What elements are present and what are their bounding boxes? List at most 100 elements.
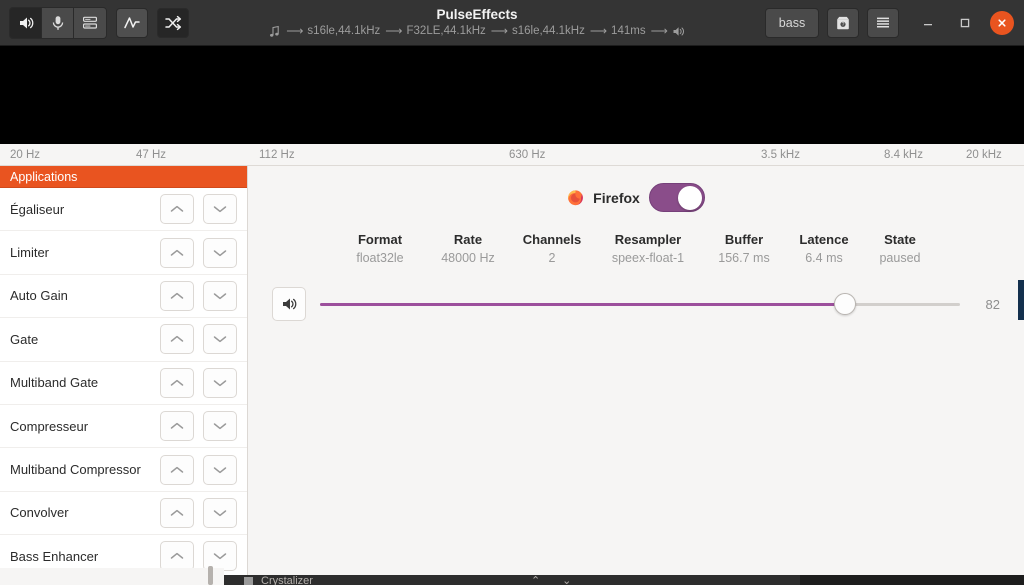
- shuffle-icon: [165, 15, 182, 30]
- info-column-latence: Latence 6.4 ms: [786, 232, 862, 265]
- maximize-icon: [960, 18, 970, 27]
- move-down-button[interactable]: [203, 367, 237, 398]
- sidebar-item-egaliseur[interactable]: Égaliseur: [0, 188, 247, 232]
- move-down-button[interactable]: [203, 324, 237, 355]
- right-screen-edge: [1018, 280, 1024, 320]
- sidebar-horizontal-scrollbar[interactable]: [208, 566, 213, 585]
- volume-value-label: 82: [985, 296, 1000, 312]
- sidebar-item-label: Multiband Gate: [10, 375, 99, 391]
- chevron-up-icon: [170, 336, 184, 343]
- pipeline-part-2: s16le,44.1kHz: [511, 25, 585, 37]
- arrow-glyph-3: ⟶: [490, 24, 508, 38]
- chevron-up-icon: [170, 553, 184, 560]
- sidebar-item-buttons: [160, 497, 237, 528]
- sidebar-header-applications[interactable]: Applications: [0, 166, 247, 188]
- move-up-button[interactable]: [160, 324, 194, 355]
- info-column-buffer: Buffer 156.7 ms: [702, 232, 786, 265]
- move-up-button[interactable]: [160, 411, 194, 442]
- chevron-up-icon: [170, 422, 184, 429]
- info-value: paused: [879, 251, 921, 265]
- sidebar-item-compresseur[interactable]: Compresseur: [0, 404, 247, 449]
- effects-sidebar: Applications Égaliseur Limiter Auto Gain…: [0, 166, 248, 575]
- server-icon-button[interactable]: [74, 7, 106, 38]
- chevron-down-icon: [213, 336, 227, 343]
- calculator-icon: ?: [837, 16, 849, 29]
- move-up-button[interactable]: [160, 194, 194, 225]
- server-icon: [82, 16, 98, 29]
- background-chevron-down-icon[interactable]: ⌄: [562, 575, 571, 585]
- waveform-icon-button[interactable]: [116, 7, 148, 38]
- shuffle-icon-button[interactable]: [157, 7, 189, 38]
- app-enable-toggle[interactable]: [648, 183, 705, 212]
- minimize-button[interactable]: [916, 11, 940, 35]
- sidebar-item-gate[interactable]: Gate: [0, 318, 247, 362]
- chevron-up-icon: [170, 206, 184, 212]
- window-controls: [916, 10, 1014, 35]
- info-header: Format: [357, 232, 403, 247]
- slider-knob[interactable]: [833, 293, 856, 315]
- move-up-button[interactable]: [160, 454, 194, 485]
- info-value: speex-float-1: [611, 251, 685, 265]
- volume-slider[interactable]: [320, 293, 960, 315]
- body-container: Applications Égaliseur Limiter Auto Gain…: [0, 166, 1024, 575]
- move-down-button[interactable]: [203, 280, 237, 311]
- hamburger-icon: [877, 17, 889, 27]
- sidebar-item-buttons: [160, 237, 237, 268]
- sidebar-item-buttons: [160, 454, 237, 485]
- move-down-button[interactable]: [203, 454, 237, 485]
- pulseeffects-window: PulseEffects ⟶ s16le,44.1kHz ⟶ F32LE,44.…: [0, 0, 1024, 585]
- calculator-icon-button[interactable]: ?: [827, 7, 859, 38]
- move-up-button[interactable]: [160, 497, 194, 528]
- sidebar-item-multiband-gate[interactable]: Multiband Gate: [0, 361, 247, 405]
- arrow-glyph-1: ⟶: [286, 24, 303, 38]
- sidebar-item-label: Compresseur: [10, 418, 89, 434]
- sidebar-item-buttons: [160, 411, 237, 442]
- sidebar-item-multiband-compressor[interactable]: Multiband Compressor: [0, 448, 247, 492]
- move-down-button[interactable]: [203, 411, 237, 442]
- chevron-down-icon: [213, 206, 227, 213]
- background-chevron-up-icon[interactable]: ⌃: [531, 575, 540, 585]
- chevron-up-icon: [170, 509, 184, 516]
- chevron-down-icon: [213, 380, 227, 386]
- info-header: State: [884, 232, 916, 247]
- maximize-button[interactable]: [953, 11, 977, 35]
- move-up-button[interactable]: [160, 237, 194, 268]
- info-value: 156.7 ms: [718, 251, 770, 265]
- microphone-icon-button[interactable]: [42, 7, 74, 38]
- microphone-icon: [52, 15, 63, 30]
- move-up-button[interactable]: [160, 541, 194, 572]
- io-button-group: [9, 6, 107, 39]
- sidebar-item-buttons: [160, 367, 237, 398]
- move-up-button[interactable]: [160, 367, 194, 398]
- move-up-button[interactable]: [160, 280, 194, 311]
- chevron-up-icon: [170, 292, 184, 299]
- chevron-down-icon: [213, 466, 227, 473]
- move-down-button[interactable]: [203, 497, 237, 528]
- sidebar-item-convolver[interactable]: Convolver: [0, 491, 247, 536]
- sidebar-item-limiter[interactable]: Limiter: [0, 231, 247, 275]
- move-down-button[interactable]: [203, 194, 237, 225]
- move-down-button[interactable]: [203, 237, 237, 268]
- background-window-checkbox[interactable]: [244, 577, 253, 585]
- chevron-down-icon: [213, 510, 227, 517]
- speaker-icon: [19, 17, 33, 28]
- toggle-knob: [677, 185, 702, 210]
- info-header: Buffer: [724, 232, 764, 247]
- info-header: Resampler: [614, 232, 682, 247]
- sidebar-item-label: Limiter: [10, 245, 50, 261]
- info-column-rate: Rate 48000 Hz: [426, 232, 510, 265]
- close-button[interactable]: [990, 10, 1014, 35]
- preset-button[interactable]: bass: [765, 7, 819, 38]
- mute-button[interactable]: [272, 287, 306, 321]
- app-header-row: Firefox: [248, 166, 1024, 212]
- background-window[interactable]: Crystalizer ⌃ ⌄: [224, 575, 800, 585]
- info-column-state: State paused: [862, 232, 938, 265]
- speaker-icon-button[interactable]: [10, 7, 42, 38]
- sidebar-item-buttons: [160, 324, 237, 355]
- background-window-label: Crystalizer: [261, 575, 313, 585]
- sidebar-item-auto-gain[interactable]: Auto Gain: [0, 274, 247, 319]
- waveform-icon: [124, 16, 140, 28]
- freq-label-0: 20 Hz: [10, 149, 41, 161]
- spectrum-display[interactable]: [0, 46, 1024, 144]
- hamburger-icon-button[interactable]: [867, 7, 899, 38]
